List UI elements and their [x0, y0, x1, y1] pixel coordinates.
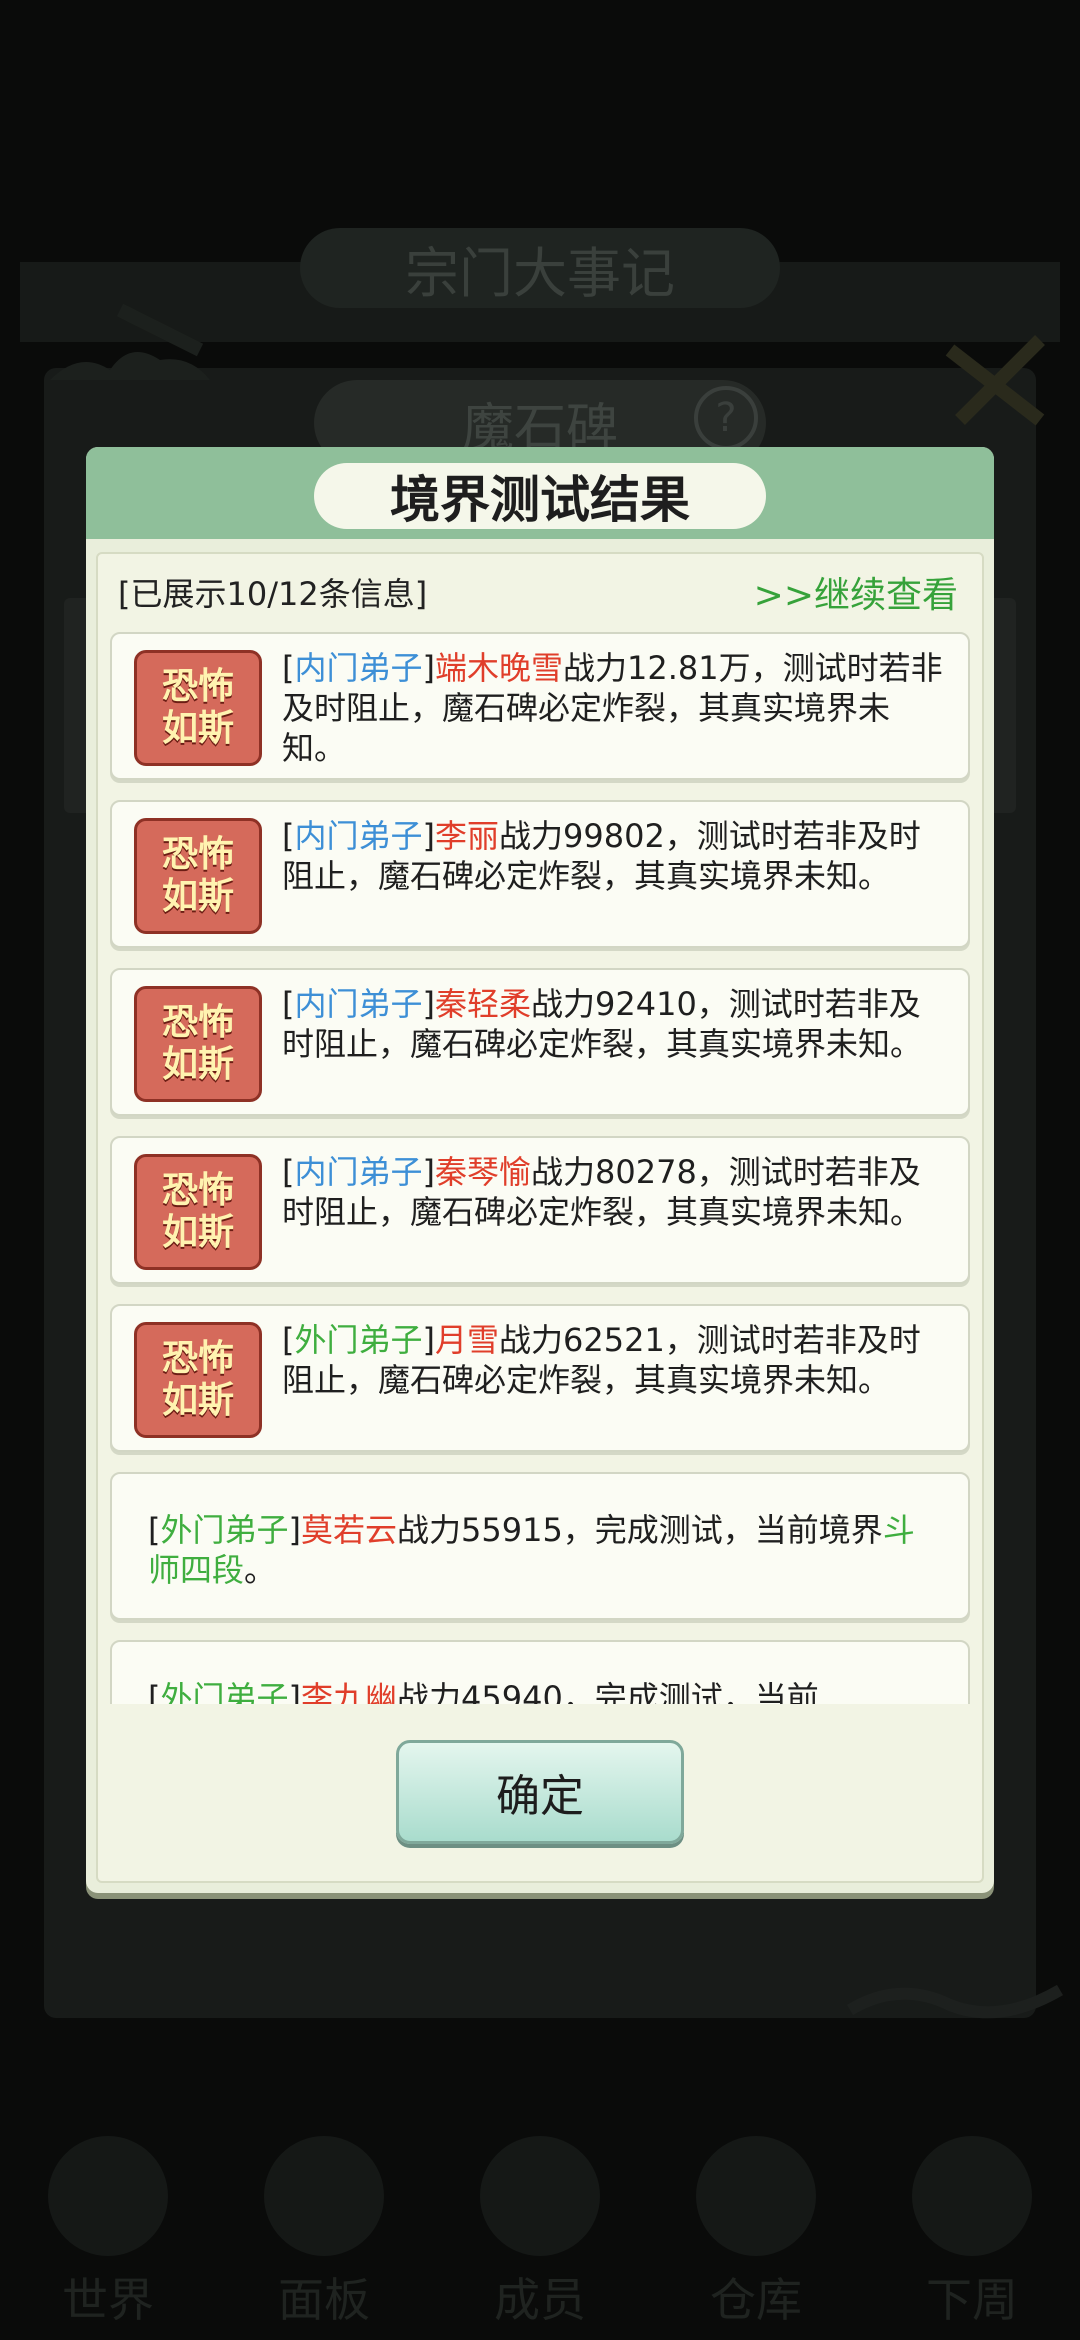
terror-badge: 恐怖 如斯 [134, 650, 262, 766]
disciple-name: 秦轻柔 [434, 985, 531, 1023]
nav-item-next-week: 下周 [882, 2130, 1062, 2340]
record-text: [内门弟子]李丽战力99802，测试时若非及时阻止，魔石碑必定炸裂，其真实境界未… [282, 817, 921, 895]
background-header-title: 宗门大事记 [300, 228, 780, 308]
badge-line: 如斯 [161, 876, 234, 917]
next-week-icon [912, 2136, 1032, 2256]
dialog-title: 境界测试结果 [314, 463, 766, 529]
disciple-name: 月雪 [434, 1321, 499, 1359]
warehouse-icon [696, 2136, 816, 2256]
terror-badge: 恐怖 如斯 [134, 986, 262, 1102]
swirl-decoration-icon [846, 1984, 1064, 2019]
disciple-rank-tag: 外门弟子 [294, 1321, 423, 1359]
terror-badge: 恐怖 如斯 [134, 1322, 262, 1438]
record-text: [内门弟子]端木晚雪战力12.81万，测试时若非及时阻止，魔石碑必定炸裂，其真实… [282, 649, 943, 767]
confirm-button[interactable]: 确定 [396, 1740, 684, 1844]
disciple-rank-tag: 内门弟子 [294, 1153, 423, 1191]
badge-line: 恐怖 [161, 1338, 234, 1379]
badge-line: 恐怖 [161, 1002, 234, 1043]
terror-badge: 恐怖 如斯 [134, 818, 262, 934]
record-card: 恐怖 如斯 [内门弟子]秦轻柔战力92410，测试时若非及时阻止，魔石碑必定炸裂，其… [110, 968, 970, 1116]
continue-viewing-link[interactable]: >>继续查看 [754, 566, 958, 618]
panel-icon [264, 2136, 384, 2256]
badge-line: 恐怖 [161, 666, 234, 707]
members-icon [480, 2136, 600, 2256]
disciple-name: 李九幽 [300, 1679, 397, 1704]
record-text: [外门弟子]月雪战力62521，测试时若非及时阻止，魔石碑必定炸裂，其真实境界未… [282, 1321, 921, 1399]
disciple-rank-tag: 外门弟子 [160, 1679, 289, 1704]
record-card: 恐怖 如斯 [外门弟子]月雪战力62521，测试时若非及时阻止，魔石碑必定炸裂，其真… [110, 1304, 970, 1452]
disciple-name: 秦琴愉 [434, 1153, 531, 1191]
disciple-name: 端木晚雪 [434, 649, 563, 687]
record-card: [外门弟子]李九幽战力45940，完成测试，当前 [110, 1640, 970, 1704]
nav-label: 下周 [926, 2273, 1018, 2327]
record-text: [外门弟子]莫若云战力55915，完成测试，当前境界斗师四段。 [148, 1511, 915, 1589]
record-card: 恐怖 如斯 [内门弟子]李丽战力99802，测试时若非及时阻止，魔石碑必定炸裂，其真… [110, 800, 970, 948]
disciple-name: 李丽 [434, 817, 499, 855]
dialog-header: 境界测试结果 [86, 447, 994, 539]
help-icon: ? [694, 386, 758, 450]
test-result-dialog: 境界测试结果 [已展示10/12条信息] >>继续查看 恐怖 如斯 [内门弟子]端木… [86, 447, 994, 1893]
nav-label: 成员 [494, 2273, 586, 2327]
nav-label: 世界 [62, 2273, 154, 2327]
record-text: [外门弟子]李九幽战力45940，完成测试，当前 [148, 1678, 938, 1704]
record-card: [外门弟子]莫若云战力55915，完成测试，当前境界斗师四段。 [110, 1472, 970, 1620]
badge-line: 恐怖 [161, 1170, 234, 1211]
bottom-navigation: 世界 面板 成员 仓库 下周 [0, 2120, 1080, 2340]
record-card: 恐怖 如斯 [内门弟子]端木晚雪战力12.81万，测试时若非及时阻止，魔石碑必定炸裂… [110, 632, 970, 780]
info-row: [已展示10/12条信息] >>继续查看 [118, 567, 958, 617]
world-icon [48, 2136, 168, 2256]
badge-line: 如斯 [161, 708, 234, 749]
nav-item-panel: 面板 [234, 2130, 414, 2340]
record-text: [内门弟子]秦轻柔战力92410，测试时若非及时阻止，魔石碑必定炸裂，其真实境界… [282, 985, 923, 1063]
badge-line: 如斯 [161, 1380, 234, 1421]
nav-item-members: 成员 [450, 2130, 630, 2340]
badge-line: 恐怖 [161, 834, 234, 875]
record-description: 战力45940，完成测试，当前 [397, 1679, 819, 1704]
disciple-rank-tag: 外门弟子 [160, 1511, 289, 1549]
badge-line: 如斯 [161, 1212, 234, 1253]
badge-line: 如斯 [161, 1044, 234, 1085]
cloud-sword-decoration-icon [50, 303, 210, 380]
nav-label: 面板 [278, 2273, 370, 2327]
record-description: 战力55915，完成测试，当前境界 [397, 1511, 883, 1549]
nav-item-warehouse: 仓库 [666, 2130, 846, 2340]
disciple-rank-tag: 内门弟子 [294, 649, 423, 687]
terror-badge: 恐怖 如斯 [134, 1154, 262, 1270]
info-count-text: [已展示10/12条信息] [118, 575, 428, 613]
record-text: [内门弟子]秦琴愉战力80278，测试时若非及时阻止，魔石碑必定炸裂，其真实境界… [282, 1153, 923, 1231]
disciple-rank-tag: 内门弟子 [294, 817, 423, 855]
nav-item-world: 世界 [18, 2130, 198, 2340]
record-card: 恐怖 如斯 [内门弟子]秦琴愉战力80278，测试时若非及时阻止，魔石碑必定炸裂，其… [110, 1136, 970, 1284]
disciple-rank-tag: 内门弟子 [294, 985, 423, 1023]
crossed-swords-decoration-icon [945, 335, 1045, 426]
record-list[interactable]: 恐怖 如斯 [内门弟子]端木晚雪战力12.81万，测试时若非及时阻止，魔石碑必定炸裂… [106, 632, 974, 1704]
nav-label: 仓库 [710, 2273, 802, 2327]
disciple-name: 莫若云 [300, 1511, 397, 1549]
